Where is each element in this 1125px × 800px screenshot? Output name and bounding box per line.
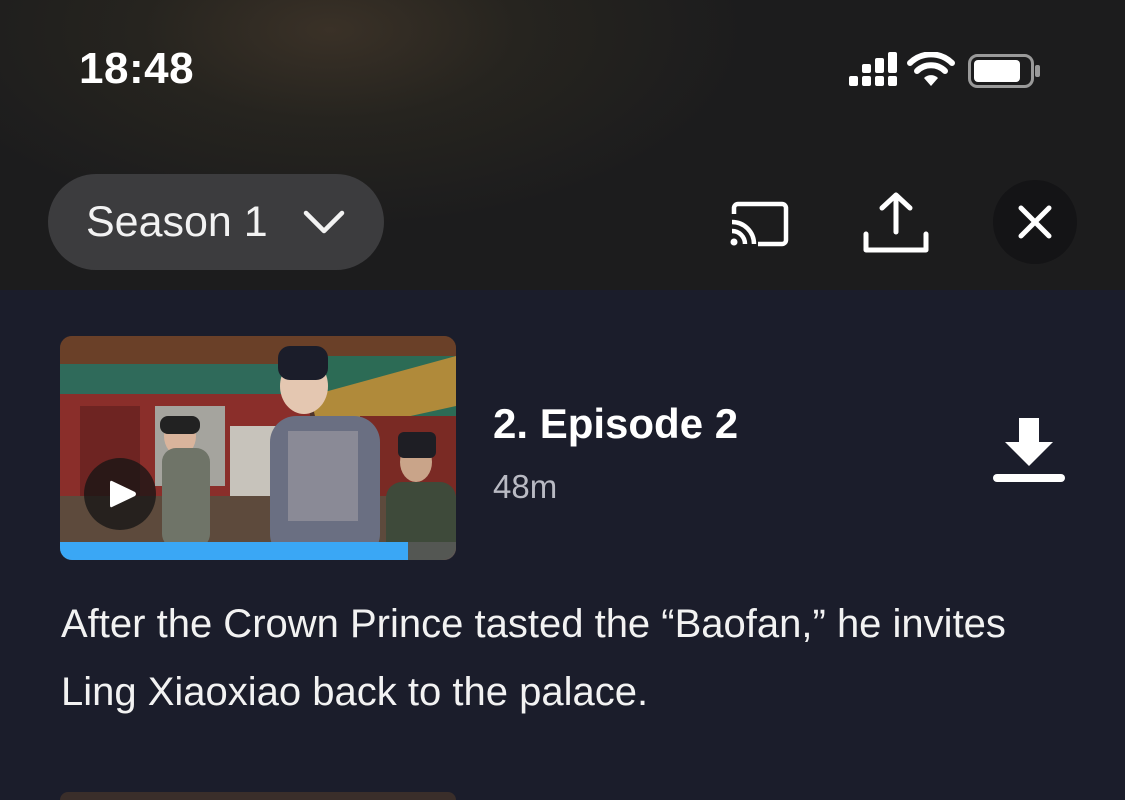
cast-icon[interactable] xyxy=(728,200,790,248)
signal-icon xyxy=(849,52,897,86)
wifi-icon xyxy=(907,52,955,86)
episode-thumbnail[interactable] xyxy=(60,336,456,560)
play-icon xyxy=(109,480,136,508)
share-icon[interactable] xyxy=(862,192,930,254)
close-button[interactable] xyxy=(993,180,1077,264)
play-button[interactable] xyxy=(84,458,156,530)
next-episode-thumbnail[interactable] xyxy=(60,792,456,800)
download-button[interactable] xyxy=(990,416,1068,486)
battery-icon xyxy=(968,54,1040,88)
episode-duration: 48m xyxy=(493,468,558,505)
close-icon xyxy=(1018,205,1052,239)
season-selector[interactable]: Season 1 xyxy=(48,174,384,270)
season-label: Season 1 xyxy=(86,197,268,246)
status-bar: 18:48 xyxy=(0,0,1125,130)
status-time: 18:48 xyxy=(79,44,195,93)
episode-description: After the Crown Prince tasted the “Baofa… xyxy=(61,602,1006,714)
watch-progress-fill xyxy=(60,542,409,560)
toolbar: Season 1 xyxy=(0,170,1125,274)
episode-title: 2. Episode 2 xyxy=(493,400,739,447)
download-icon xyxy=(993,418,1065,482)
watch-progress-bar xyxy=(60,542,456,560)
chevron-down-icon xyxy=(303,210,344,234)
episode-item: 2. Episode 2 48m xyxy=(0,336,1125,566)
